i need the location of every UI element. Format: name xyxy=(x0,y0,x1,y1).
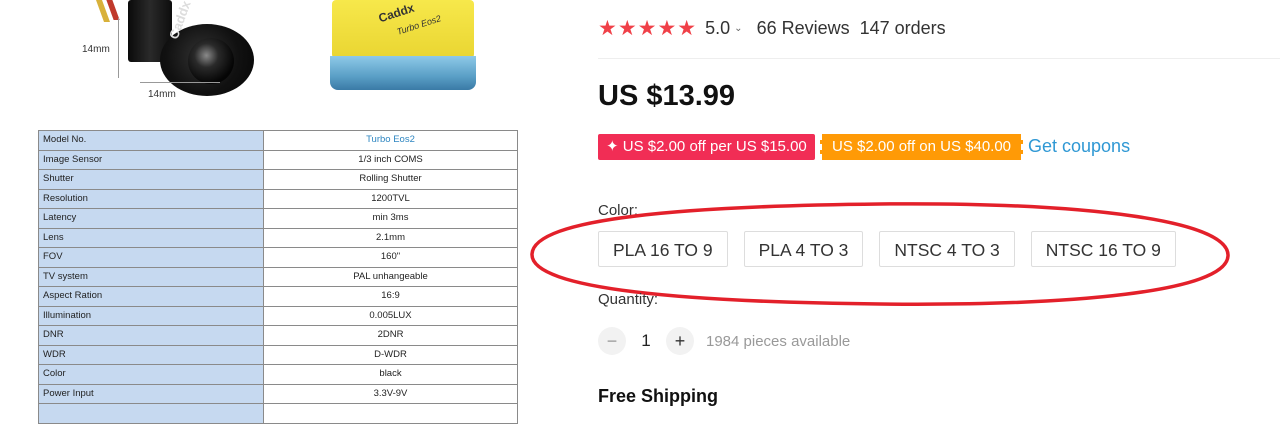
coupon-badge-select[interactable]: US $2.00 off on US $40.00 xyxy=(820,134,1024,160)
spec-value: Turbo Eos2 xyxy=(263,130,518,151)
spec-value: 2.1mm xyxy=(263,227,518,248)
dimension-line xyxy=(118,18,119,78)
spec-value: 16:9 xyxy=(263,286,518,307)
chevron-down-icon[interactable]: ⌄ xyxy=(734,23,742,34)
table-row: TV system PAL unhangeable xyxy=(38,266,518,287)
shipping-label: Free Shipping xyxy=(598,386,719,406)
table-row: Aspect Ration 16:9 xyxy=(38,286,518,307)
spec-value xyxy=(263,403,518,424)
camera-dimension-width: 14mm xyxy=(148,89,176,100)
spec-value: D-WDR xyxy=(263,344,518,365)
camera-lens-glass xyxy=(188,38,234,84)
spec-key: WDR xyxy=(38,344,264,365)
spec-value: 160" xyxy=(263,247,518,268)
quantity-value[interactable]: 1 xyxy=(626,331,666,351)
color-option-ntsc-16-9[interactable]: NTSC 16 TO 9 xyxy=(1030,231,1176,267)
spec-value: 3.3V-9V xyxy=(263,383,518,404)
spec-value: min 3ms xyxy=(263,208,518,229)
quantity-increase-button[interactable]: + xyxy=(666,327,694,355)
spec-key: Shutter xyxy=(38,169,264,190)
table-row: DNR 2DNR xyxy=(38,325,518,346)
spec-key: Illumination xyxy=(38,305,264,326)
coupon-badge-store[interactable]: ✦ US $2.00 off per US $15.00 xyxy=(598,134,815,160)
color-option-pla-4-3[interactable]: PLA 4 TO 3 xyxy=(743,231,864,267)
table-row: FOV 160" xyxy=(38,247,518,268)
spec-table: Model No. Turbo Eos2 Image Sensor 1/3 inch… xyxy=(38,130,518,424)
spec-value: 2DNR xyxy=(263,325,518,346)
spec-value: PAL unhangeable xyxy=(263,266,518,287)
color-options: PLA 16 TO 9 PLA 4 TO 3 NTSC 4 TO 3 NTSC … xyxy=(598,231,1176,267)
table-row: Latency min 3ms xyxy=(38,208,518,229)
quantity-stepper: − 1 + 1984 pieces available xyxy=(598,326,850,356)
spec-key: Model No. xyxy=(38,130,264,151)
table-row: Lens 2.1mm xyxy=(38,227,518,248)
camera-dimension-height: 14mm xyxy=(82,44,110,55)
spec-value: 1200TVL xyxy=(263,188,518,209)
get-coupons-link[interactable]: Get coupons xyxy=(1028,136,1130,157)
table-row: Color black xyxy=(38,364,518,385)
table-row: Power Input 3.3V-9V xyxy=(38,383,518,404)
orders-count: 147 orders xyxy=(859,17,946,38)
spec-key: FOV xyxy=(38,247,264,268)
star-rating-icon: ★★★★★ xyxy=(598,16,698,40)
spec-key: TV system xyxy=(38,266,264,287)
quantity-decrease-button[interactable]: − xyxy=(598,327,626,355)
spec-key: Power Input xyxy=(38,383,264,404)
spec-key: Image Sensor xyxy=(38,149,264,170)
price: US $13.99 xyxy=(598,80,736,112)
spec-key: Aspect Ration xyxy=(38,286,264,307)
quantity-label: Quantity: xyxy=(598,291,659,308)
spec-key: Color xyxy=(38,364,264,385)
spec-value: 0.005LUX xyxy=(263,305,518,326)
spec-value: Rolling Shutter xyxy=(263,169,518,190)
color-label: Color: xyxy=(598,202,639,219)
dimension-line xyxy=(140,82,220,83)
reviews-link[interactable]: 66 Reviews xyxy=(757,18,850,39)
spec-key: DNR xyxy=(38,325,264,346)
rating-row: ★★★★★ 5.0 ⌄ 66 Reviews 147 orders xyxy=(598,14,946,42)
table-row: Image Sensor 1/3 inch COMS xyxy=(38,149,518,170)
table-row: Illumination 0.005LUX xyxy=(38,305,518,326)
divider xyxy=(598,58,1280,59)
table-row xyxy=(38,403,518,424)
color-option-ntsc-4-3[interactable]: NTSC 4 TO 3 xyxy=(879,231,1015,267)
spec-key: Resolution xyxy=(38,188,264,209)
spec-key: Lens xyxy=(38,227,264,248)
product-box-base xyxy=(330,56,476,90)
spec-value: 1/3 inch COMS xyxy=(263,149,518,170)
table-row: WDR D-WDR xyxy=(38,344,518,365)
table-row: Resolution 1200TVL xyxy=(38,188,518,209)
color-option-pla-16-9[interactable]: PLA 16 TO 9 xyxy=(598,231,728,267)
table-row: Model No. Turbo Eos2 xyxy=(38,130,518,151)
product-images: Caddx 14mm 14mm Caddx Turbo Eos2 xyxy=(0,0,560,120)
rating-score: 5.0 xyxy=(705,17,731,38)
spec-value: black xyxy=(263,364,518,385)
spec-key xyxy=(38,403,264,424)
available-count: 1984 pieces available xyxy=(706,332,851,350)
spec-key: Latency xyxy=(38,208,264,229)
table-row: Shutter Rolling Shutter xyxy=(38,169,518,190)
